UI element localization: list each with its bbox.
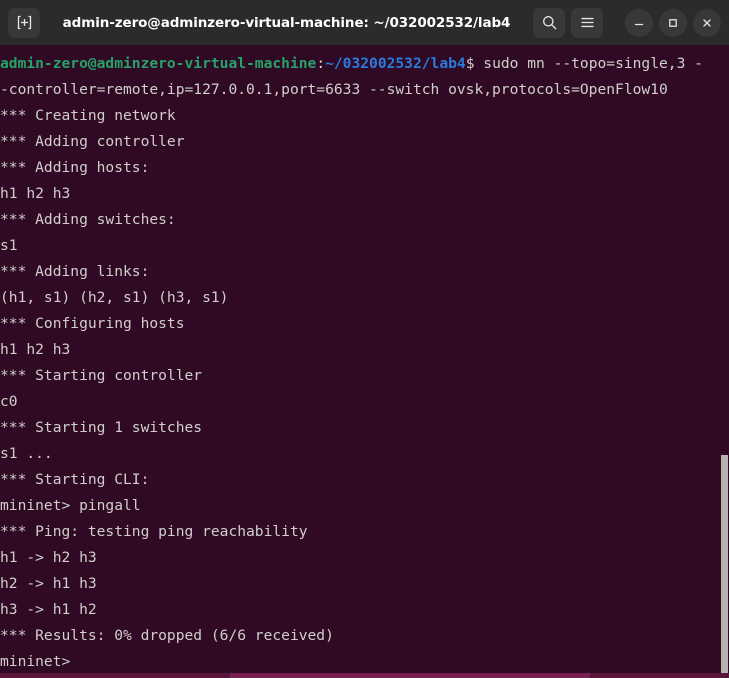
output-line: *** Adding controller xyxy=(0,129,729,155)
search-icon xyxy=(542,16,556,30)
window-titlebar: admin-zero@adminzero-virtual-machine: ~/… xyxy=(0,0,729,45)
new-tab-icon xyxy=(17,15,31,30)
output-line: h1 h2 h3 xyxy=(0,337,729,363)
close-icon xyxy=(703,18,711,27)
output-text: (h1, s1) (h2, s1) (h3, s1) xyxy=(0,289,229,306)
output-text: h3 -> h1 h2 xyxy=(0,601,97,618)
command-text-part2: -controller=remote,ip=127.0.0.1,port=663… xyxy=(0,81,668,98)
menu-button[interactable] xyxy=(571,7,603,38)
minimize-icon xyxy=(634,23,644,25)
output-line: *** Starting CLI: xyxy=(0,467,729,493)
prompt-sigil: $ xyxy=(465,55,484,72)
new-tab-button[interactable] xyxy=(8,7,40,38)
output-text: h1 h2 h3 xyxy=(0,185,71,202)
output-line: h1 h2 h3 xyxy=(0,181,729,207)
output-text: *** Configuring hosts xyxy=(0,315,185,332)
output-text: h2 -> h1 h3 xyxy=(0,575,97,592)
output-text: s1 ... xyxy=(0,445,53,462)
terminal-screen[interactable]: admin-zero@adminzero-virtual-machine:~/0… xyxy=(0,45,729,673)
prompt-separator: : xyxy=(316,55,326,72)
mininet-command-text: pingall xyxy=(79,497,141,514)
output-line: *** Ping: testing ping reachability xyxy=(0,519,729,545)
output-line: *** Creating network xyxy=(0,103,729,129)
output-line: *** Adding switches: xyxy=(0,207,729,233)
hamburger-menu-icon xyxy=(580,17,594,28)
output-line: h1 -> h2 h3 xyxy=(0,545,729,571)
output-text: *** Starting CLI: xyxy=(0,471,150,488)
output-text: *** Ping: testing ping reachability xyxy=(0,523,308,540)
output-text: *** Adding links: xyxy=(0,263,150,280)
output-text: c0 xyxy=(0,393,18,410)
terminal-text-buffer: admin-zero@adminzero-virtual-machine:~/0… xyxy=(0,51,729,673)
prompt-line: admin-zero@adminzero-virtual-machine:~/0… xyxy=(0,51,729,77)
terminal-scrollbar-track[interactable] xyxy=(721,45,729,673)
window-bottom-strip-highlight xyxy=(230,673,590,678)
output-line: *** Adding hosts: xyxy=(0,155,729,181)
output-line: (h1, s1) (h2, s1) (h3, s1) xyxy=(0,285,729,311)
output-line: *** Starting controller xyxy=(0,363,729,389)
mininet-prompt-label: mininet> xyxy=(0,497,80,514)
maximize-button[interactable] xyxy=(659,8,687,37)
maximize-icon xyxy=(669,18,677,27)
window-bottom-strip xyxy=(0,673,729,678)
output-line: s1 ... xyxy=(0,441,729,467)
output-text: *** Adding hosts: xyxy=(0,159,150,176)
output-text: *** Starting controller xyxy=(0,367,203,384)
terminal-scrollbar-thumb[interactable] xyxy=(721,455,728,673)
window-title: admin-zero@adminzero-virtual-machine: ~/… xyxy=(62,14,511,31)
output-line: c0 xyxy=(0,389,729,415)
terminal-window: admin-zero@adminzero-virtual-machine: ~/… xyxy=(0,0,729,678)
output-text: *** Adding switches: xyxy=(0,211,176,228)
titlebar-controls xyxy=(533,7,721,38)
output-text: *** Starting 1 switches xyxy=(0,419,203,436)
output-text: *** Creating network xyxy=(0,107,176,124)
output-line: *** Starting 1 switches xyxy=(0,415,729,441)
output-text: h1 -> h2 h3 xyxy=(0,549,97,566)
search-button[interactable] xyxy=(533,7,565,38)
output-text: *** Results: 0% dropped (6/6 received) xyxy=(0,627,334,644)
minimize-button[interactable] xyxy=(625,8,653,37)
command-wrap-line: -controller=remote,ip=127.0.0.1,port=663… xyxy=(0,77,729,103)
close-button[interactable] xyxy=(693,8,721,37)
mininet-prompt-line: mininet> pingall xyxy=(0,493,729,519)
output-line: h2 -> h1 h3 xyxy=(0,571,729,597)
prompt-path: ~/032002532/lab4 xyxy=(325,55,466,72)
output-line: *** Configuring hosts xyxy=(0,311,729,337)
prompt-user-host: admin-zero@adminzero-virtual-machine xyxy=(0,55,317,72)
output-line: *** Adding links: xyxy=(0,259,729,285)
mininet-prompt-label: mininet> xyxy=(0,653,71,670)
output-text: s1 xyxy=(0,237,18,254)
output-line: s1 xyxy=(0,233,729,259)
command-text-part1: sudo mn --topo=single,3 - xyxy=(483,55,703,72)
mininet-prompt-line-active[interactable]: mininet> xyxy=(0,649,729,673)
output-line: *** Results: 0% dropped (6/6 received) xyxy=(0,623,729,649)
output-text: h1 h2 h3 xyxy=(0,341,71,358)
output-line: h3 -> h1 h2 xyxy=(0,597,729,623)
output-text: *** Adding controller xyxy=(0,133,185,150)
